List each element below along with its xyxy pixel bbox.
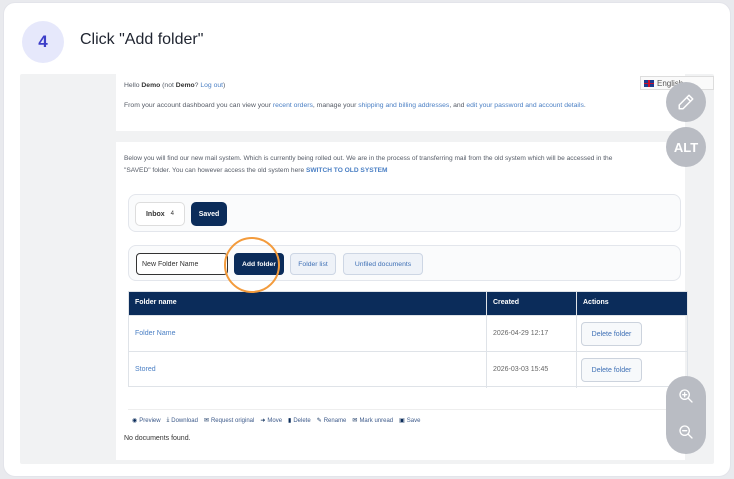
edit-account-link[interactable]: edit your password and account details (466, 102, 584, 109)
empty-state-message: No documents found. (124, 435, 191, 442)
folders-table: Folder name Created Actions Folder Name … (128, 291, 688, 388)
toolbar-download[interactable]: ⤓ Download (167, 417, 198, 424)
delete-folder-button[interactable]: Delete folder (581, 322, 642, 346)
alt-text-fab[interactable]: ALT (666, 127, 706, 167)
folder-created-date: 2026-03-03 15:45 (493, 366, 549, 373)
switch-old-system-link[interactable]: SWITCH TO OLD SYSTEM (306, 167, 388, 174)
zoom-in-button[interactable] (666, 378, 706, 414)
column-folder-name: Folder name (135, 299, 177, 306)
mail-panel: Below you will find our new mail system.… (116, 142, 688, 460)
click-highlight-ring (224, 237, 280, 293)
download-icon: ⤓ (166, 417, 170, 423)
mail-notice-line2: "SAVED" folder. You can however access t… (124, 167, 388, 174)
recent-orders-link[interactable]: recent orders (273, 102, 313, 109)
column-created: Created (493, 299, 520, 306)
trash-icon: ▮ (288, 418, 292, 424)
step-number-badge: 4 (22, 21, 64, 63)
folder-name-link[interactable]: Stored (135, 366, 156, 373)
pencil-icon: ✎ (316, 418, 322, 424)
greeting-line: Hello Demo (not Demo? Log out) (124, 82, 226, 89)
table-header: Folder name Created Actions (129, 292, 687, 315)
new-folder-name-input[interactable] (136, 253, 228, 275)
mailbox-tabs: Inbox 4 Saved (128, 194, 681, 232)
pencil-icon (678, 94, 694, 110)
uk-flag-icon (644, 80, 654, 87)
delete-folder-button[interactable]: Delete folder (581, 358, 642, 382)
toolbar-request-original[interactable]: ✉ Request original (203, 417, 254, 425)
addresses-link[interactable]: shipping and billing addresses (358, 102, 449, 109)
toolbar-move[interactable]: ➜ Move (260, 417, 282, 425)
screenshot-frame: Hello Demo (not Demo? Log out) From your… (20, 74, 714, 464)
move-icon: ➜ (260, 418, 266, 424)
step-instruction: Click "Add folder" (80, 31, 204, 48)
toolbar-delete[interactable]: ▮ Delete (288, 417, 311, 425)
unfiled-documents-button[interactable]: Unfiled documents (343, 253, 423, 275)
mail-unread-icon: ✉ (352, 418, 358, 424)
toolbar-save[interactable]: ▣ Save (399, 417, 420, 425)
table-row: Stored 2026-03-03 15:45 Delete folder (129, 351, 687, 387)
inbox-count-badge: 4 (170, 211, 174, 217)
tab-inbox[interactable]: Inbox 4 (135, 202, 185, 226)
toolbar-mark-unread[interactable]: ✉ Mark unread (352, 417, 393, 425)
zoom-controls (666, 376, 706, 454)
save-icon: ▣ (399, 418, 405, 424)
folder-list-button[interactable]: Folder list (290, 253, 336, 275)
document-toolbar: ◉ Preview ⤓ Download ✉ Request original ➜ Mo… (128, 409, 681, 431)
dashboard-intro: From your account dashboard you can view… (124, 102, 586, 109)
folder-actions-bar: Add folder Folder list Unfiled documents (128, 245, 681, 281)
folder-name-link[interactable]: Folder Name (135, 330, 175, 337)
eye-icon: ◉ (132, 418, 138, 424)
zoom-in-icon (679, 389, 693, 403)
logout-link[interactable]: Log out (200, 82, 223, 89)
column-actions: Actions (583, 299, 609, 306)
table-row: Folder Name 2026-04-29 12:17 Delete fold… (129, 315, 687, 351)
tab-saved[interactable]: Saved (191, 202, 227, 226)
account-panel: Hello Demo (not Demo? Log out) From your… (116, 74, 685, 131)
mail-notice-line1: Below you will find our new mail system.… (124, 155, 613, 162)
folder-created-date: 2026-04-29 12:17 (493, 330, 549, 337)
mail-icon: ✉ (203, 418, 209, 424)
zoom-out-button[interactable] (666, 414, 706, 450)
edit-fab[interactable] (666, 82, 706, 122)
toolbar-preview[interactable]: ◉ Preview (132, 417, 161, 425)
toolbar-rename[interactable]: ✎ Rename (316, 417, 347, 425)
zoom-out-icon (679, 425, 693, 439)
